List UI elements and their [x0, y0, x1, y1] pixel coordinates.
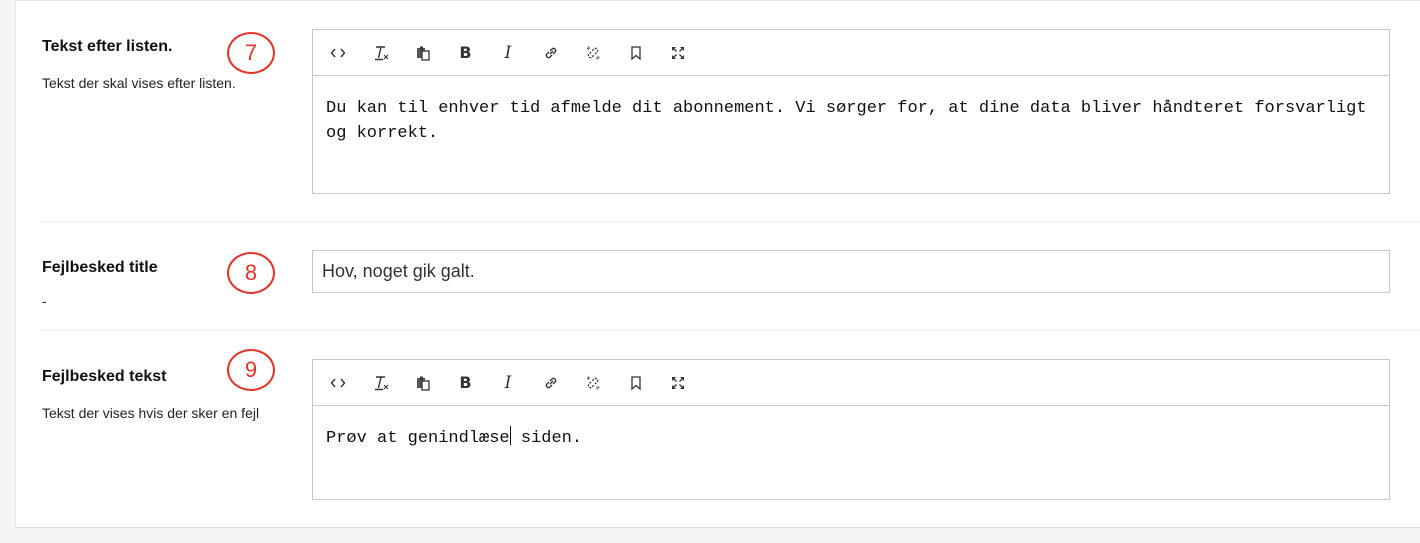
- unlink-icon[interactable]: [578, 38, 608, 68]
- content-after-cursor: siden.: [510, 429, 583, 448]
- italic-icon[interactable]: I: [493, 368, 523, 398]
- field-label: Fejlbesked tekst: [42, 368, 167, 385]
- link-icon[interactable]: [536, 368, 566, 398]
- field-error-title: Fejlbesked title - 8 Hov, noget gik galt…: [42, 222, 1420, 330]
- maximize-icon[interactable]: [663, 368, 693, 398]
- paste-icon[interactable]: [408, 368, 438, 398]
- field-description: Tekst der skal vises efter listen.: [42, 75, 236, 91]
- source-code-icon[interactable]: [323, 38, 353, 68]
- bold-icon[interactable]: B: [451, 38, 481, 68]
- error-title-input[interactable]: Hov, noget gik galt.: [312, 250, 1390, 293]
- form-panel: Tekst efter listen. Tekst der skal vises…: [16, 0, 1420, 528]
- rich-text-editor[interactable]: B I Du kan til enhver tid afmelde dit ab…: [312, 29, 1390, 194]
- content-before-cursor: Prøv at genindlæse: [326, 429, 510, 448]
- paste-icon[interactable]: [408, 38, 438, 68]
- annotation-badge: 9: [227, 349, 275, 391]
- link-icon[interactable]: [536, 38, 566, 68]
- anchor-icon[interactable]: [621, 368, 651, 398]
- annotation-badge: 7: [227, 32, 275, 74]
- field-label: Fejlbesked title: [42, 259, 158, 276]
- field-label: Tekst efter listen.: [42, 38, 173, 55]
- field-text-after-list: Tekst efter listen. Tekst der skal vises…: [42, 0, 1420, 221]
- source-code-icon[interactable]: [323, 368, 353, 398]
- anchor-icon[interactable]: [621, 38, 651, 68]
- editor-content[interactable]: Du kan til enhver tid afmelde dit abonne…: [313, 76, 1389, 146]
- field-description: -: [42, 293, 47, 309]
- bold-icon[interactable]: B: [451, 368, 481, 398]
- rich-text-editor[interactable]: B I Prøv at genindlæse siden.: [312, 359, 1390, 500]
- editor-toolbar: B I: [313, 30, 1389, 76]
- remove-format-icon[interactable]: [366, 38, 396, 68]
- italic-icon[interactable]: I: [493, 38, 523, 68]
- unlink-icon[interactable]: [578, 368, 608, 398]
- remove-format-icon[interactable]: [366, 368, 396, 398]
- annotation-badge: 8: [227, 252, 275, 294]
- editor-toolbar: B I: [313, 360, 1389, 406]
- field-description: Tekst der vises hvis der sker en fejl: [42, 405, 260, 421]
- field-error-text: Fejlbesked tekst Tekst der vises hvis de…: [42, 331, 1420, 527]
- editor-content[interactable]: Prøv at genindlæse siden.: [313, 406, 1389, 451]
- maximize-icon[interactable]: [663, 38, 693, 68]
